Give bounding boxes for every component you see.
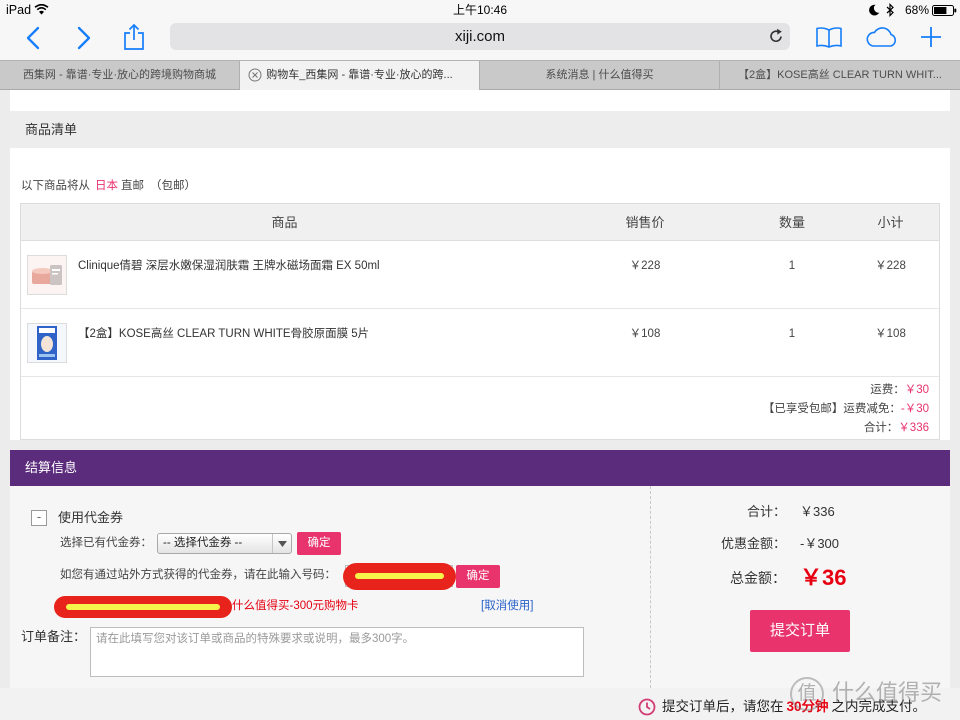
device-name: iPad: [6, 3, 32, 17]
tab-cart[interactable]: 购物车_西集网 - 靠谱·专业·放心的跨...: [240, 61, 480, 90]
tab-title: 购物车_西集网 - 靠谱·专业·放心的跨...: [266, 69, 453, 81]
voucher-code-label: 如您有通过站外方式获得的代金券，请在此输入号码：: [60, 569, 336, 581]
table-row: Clinique倩碧 深层水嫩保湿润肤霜 王牌水磁场面霜 EX 50ml ￥22…: [21, 241, 939, 309]
back-icon[interactable]: [26, 26, 40, 50]
column-header-qty: 数量: [778, 215, 805, 230]
new-tab-icon[interactable]: [920, 26, 942, 48]
cancel-voucher-link[interactable]: [取消使用]: [481, 598, 533, 614]
product-price: ￥228: [629, 260, 661, 272]
shipping-discount-line: 【已享受包邮】运费减免：-￥30: [763, 400, 929, 418]
redaction-highlight: [355, 573, 444, 579]
summary-value: ￥336: [898, 422, 929, 434]
total-label: 合计：: [746, 504, 786, 519]
redaction-mark: [54, 596, 232, 618]
cart-total-line: 合计：￥336: [864, 419, 929, 437]
share-icon[interactable]: [123, 23, 145, 51]
grand-total-label: 总金额：: [730, 570, 786, 586]
discount-label: 优惠金额：: [720, 536, 786, 551]
section-title-checkout: 结算信息: [10, 450, 950, 486]
panel-divider: [650, 486, 651, 688]
close-tab-icon[interactable]: [248, 68, 262, 82]
discount-value: -￥300: [800, 536, 840, 551]
voucher-label: 使用代金券: [58, 510, 124, 525]
browser-toolbar: xiji.com: [0, 20, 960, 60]
clinique-cream-image: [28, 256, 66, 294]
column-header-price: 销售价: [625, 215, 665, 230]
url-text: xiji.com: [454, 28, 505, 45]
shipping-method: 直邮: [121, 180, 144, 192]
remark-label: 订单备注：: [21, 629, 87, 644]
chevron-down-icon: [278, 541, 287, 547]
tab-title: 西集网 - 靠谱·专业·放心的跨境购物商城: [22, 69, 217, 81]
summary-label: 合计：: [863, 422, 899, 434]
tab-title: 系统消息 | 什么值得买: [545, 69, 654, 81]
address-bar[interactable]: xiji.com: [170, 23, 790, 50]
redaction-mark: [343, 563, 456, 590]
ipad-screen: iPad 上午10:46 68% xiji.com 西集网 - 靠谱·专业·放心…: [0, 0, 960, 720]
reload-icon[interactable]: [768, 28, 784, 44]
column-header-subtotal: 小计: [877, 215, 904, 230]
forward-icon[interactable]: [77, 26, 91, 50]
tab-system-messages[interactable]: 系统消息 | 什么值得买: [480, 61, 720, 90]
select-arrow: [272, 534, 291, 553]
shipping-fee-line: 运费：￥30: [870, 381, 929, 399]
shipping-prefix: 以下商品将从: [21, 180, 90, 192]
tab-bar: 西集网 - 靠谱·专业·放心的跨境购物商城 购物车_西集网 - 靠谱·专业·放心…: [0, 60, 960, 90]
column-header-product: 商品: [271, 215, 298, 230]
voucher-select[interactable]: -- 选择代金券 --: [157, 533, 292, 554]
product-subtotal: ￥228: [875, 260, 906, 272]
submit-order-button[interactable]: 提交订单: [750, 610, 850, 652]
watermark-logo: 值: [790, 677, 824, 711]
summary-label: 运费：: [870, 384, 905, 396]
clock-icon: [638, 698, 656, 716]
product-price: ￥108: [629, 328, 661, 340]
table-header: 商品 销售价 数量 小计: [21, 204, 939, 241]
tab-title: 【2盒】KOSE高丝 CLEAR TURN WHIT...: [738, 69, 942, 81]
total-value: ￥336: [800, 504, 835, 519]
bookmarks-icon[interactable]: [815, 26, 843, 49]
bluetooth-icon: [886, 3, 894, 17]
cloud-tabs-icon[interactable]: [864, 26, 898, 48]
status-bar: iPad 上午10:46 68%: [0, 0, 960, 20]
clock-time: 上午10:46: [452, 3, 508, 17]
product-name[interactable]: Clinique倩碧 深层水嫩保湿润肤霜 王牌水磁场面霜 EX 50ml: [78, 258, 380, 274]
summary-value: ￥30: [904, 384, 929, 396]
cart-table: 商品 销售价 数量 小计 Clinique倩碧 深层水嫩保湿润肤霜 王牌水磁场面…: [20, 203, 940, 440]
battery-percent: 68%: [904, 3, 929, 17]
summary-value: -￥30: [900, 403, 929, 415]
tab-kose-product[interactable]: 【2盒】KOSE高丝 CLEAR TURN WHIT...: [720, 61, 960, 90]
voucher-confirm-button[interactable]: 确定: [297, 532, 341, 555]
watermark-text: 什么值得买: [832, 680, 943, 705]
product-thumbnail[interactable]: [27, 323, 67, 363]
deadline-prefix: 提交订单后，请您在: [662, 699, 784, 714]
product-subtotal: ￥108: [875, 328, 906, 340]
wifi-icon: [34, 4, 49, 15]
table-row: 【2盒】KOSE高丝 CLEAR TURN WHITE骨胶原面膜 5片 ￥108…: [21, 309, 939, 377]
moon-icon: [869, 4, 880, 16]
applied-voucher-name: 什么值得买-300元购物卡: [232, 600, 359, 612]
section-title-products: 商品清单: [10, 111, 950, 148]
order-remark-field[interactable]: [90, 627, 584, 677]
kose-mask-image: [28, 324, 66, 362]
shipping-free: （包邮）: [150, 180, 196, 192]
product-qty: 1: [788, 328, 796, 340]
cart-summary: 运费：￥30 【已享受包邮】运费减免：-￥30 合计：￥336: [21, 377, 939, 439]
voucher-select-label: 选择已有代金券：: [60, 537, 152, 549]
shipping-note: 以下商品将从 日本 直邮 （包邮）: [21, 179, 196, 194]
tab-xiji-home[interactable]: 西集网 - 靠谱·专业·放心的跨境购物商城: [0, 61, 240, 90]
battery-icon: [932, 5, 957, 16]
checkout-panel: - 使用代金券 选择已有代金券： -- 选择代金券 -- 确定 如您有通过站外方…: [10, 486, 950, 688]
voucher-select-value: -- 选择代金券 --: [163, 537, 243, 549]
voucher-code-confirm-button[interactable]: 确定: [456, 565, 500, 588]
product-thumbnail[interactable]: [27, 255, 67, 295]
summary-label: 【已享受包邮】运费减免：: [762, 403, 901, 415]
product-qty: 1: [788, 260, 796, 272]
voucher-toggle[interactable]: -: [31, 510, 47, 526]
product-name[interactable]: 【2盒】KOSE高丝 CLEAR TURN WHITE骨胶原面膜 5片: [78, 326, 369, 342]
grand-total-value: ￥36: [800, 565, 847, 590]
shipping-origin: 日本: [95, 180, 118, 192]
redaction-highlight: [66, 604, 220, 610]
